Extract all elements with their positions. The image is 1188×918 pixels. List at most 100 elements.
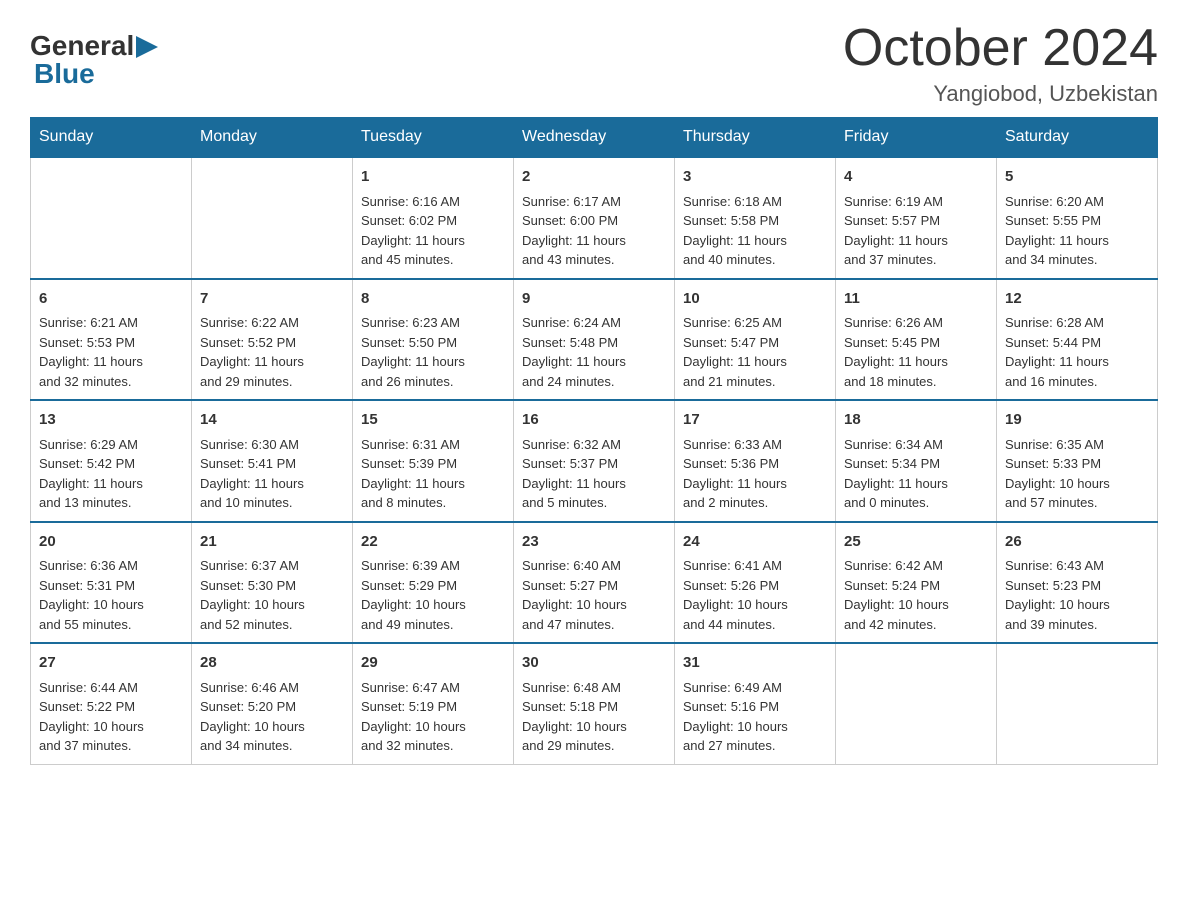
logo-triangle-icon xyxy=(136,36,158,58)
day-info: Sunrise: 6:26 AM Sunset: 5:45 PM Dayligh… xyxy=(844,313,988,391)
day-number: 24 xyxy=(683,531,827,554)
table-row: 31 Sunrise: 6:49 AM Sunset: 5:16 PM Dayli… xyxy=(675,643,836,764)
day-info: Sunrise: 6:16 AM Sunset: 6:02 PM Dayligh… xyxy=(361,192,505,270)
day-info: Sunrise: 6:23 AM Sunset: 5:50 PM Dayligh… xyxy=(361,313,505,391)
day-number: 26 xyxy=(1005,531,1149,554)
header-thursday: Thursday xyxy=(675,118,836,158)
header-sunday: Sunday xyxy=(31,118,192,158)
day-number: 15 xyxy=(361,409,505,432)
day-number: 29 xyxy=(361,652,505,675)
table-row: 22Sunrise: 6:39 AM Sunset: 5:29 PM Dayli… xyxy=(353,522,514,644)
day-info: Sunrise: 6:33 AM Sunset: 5:36 PM Dayligh… xyxy=(683,435,827,513)
title-block: October 2024 Yangiobod, Uzbekistan xyxy=(843,20,1158,107)
day-info: Sunrise: 6:42 AM Sunset: 5:24 PM Dayligh… xyxy=(844,556,988,634)
day-number: 22 xyxy=(361,531,505,554)
day-number: 30 xyxy=(522,652,666,675)
day-number: 17 xyxy=(683,409,827,432)
table-row: 25Sunrise: 6:42 AM Sunset: 5:24 PM Dayli… xyxy=(836,522,997,644)
table-row: 28 Sunrise: 6:46 AM Sunset: 5:20 PM Dayli… xyxy=(192,643,353,764)
table-row: 30 Sunrise: 6:48 AM Sunset: 5:18 PM Dayli… xyxy=(514,643,675,764)
day-info: Sunrise: 6:39 AM Sunset: 5:29 PM Dayligh… xyxy=(361,556,505,634)
table-row: 12Sunrise: 6:28 AM Sunset: 5:44 PM Dayli… xyxy=(997,279,1158,401)
day-number: 5 xyxy=(1005,166,1149,189)
day-number: 11 xyxy=(844,288,988,311)
calendar-week-3: 13Sunrise: 6:29 AM Sunset: 5:42 PM Dayli… xyxy=(31,400,1158,522)
page-title: October 2024 xyxy=(843,20,1158,77)
day-number: 2 xyxy=(522,166,666,189)
table-row: 21Sunrise: 6:37 AM Sunset: 5:30 PM Dayli… xyxy=(192,522,353,644)
day-info: Sunrise: 6:18 AM Sunset: 5:58 PM Dayligh… xyxy=(683,192,827,270)
day-number: 6 xyxy=(39,288,183,311)
table-row: 5 Sunrise: 6:20 AM Sunset: 5:55 PM Daylig… xyxy=(997,157,1158,279)
table-row: 24Sunrise: 6:41 AM Sunset: 5:26 PM Dayli… xyxy=(675,522,836,644)
page-subtitle: Yangiobod, Uzbekistan xyxy=(843,81,1158,107)
day-info: Sunrise: 6:32 AM Sunset: 5:37 PM Dayligh… xyxy=(522,435,666,513)
calendar-header-row: Sunday Monday Tuesday Wednesday Thursday… xyxy=(31,118,1158,158)
page-header: General Blue October 2024 Yangiobod, Uzb… xyxy=(30,20,1158,107)
day-info: Sunrise: 6:25 AM Sunset: 5:47 PM Dayligh… xyxy=(683,313,827,391)
table-row: 3 Sunrise: 6:18 AM Sunset: 5:58 PM Daylig… xyxy=(675,157,836,279)
table-row: 29 Sunrise: 6:47 AM Sunset: 5:19 PM Dayli… xyxy=(353,643,514,764)
day-info: Sunrise: 6:17 AM Sunset: 6:00 PM Dayligh… xyxy=(522,192,666,270)
table-row: 16Sunrise: 6:32 AM Sunset: 5:37 PM Dayli… xyxy=(514,400,675,522)
day-number: 4 xyxy=(844,166,988,189)
table-row: 10Sunrise: 6:25 AM Sunset: 5:47 PM Dayli… xyxy=(675,279,836,401)
day-number: 19 xyxy=(1005,409,1149,432)
calendar-week-5: 27Sunrise: 6:44 AM Sunset: 5:22 PM Dayli… xyxy=(31,643,1158,764)
day-number: 7 xyxy=(200,288,344,311)
day-info: Sunrise: 6:40 AM Sunset: 5:27 PM Dayligh… xyxy=(522,556,666,634)
table-row: 19 Sunrise: 6:35 AM Sunset: 5:33 PM Dayli… xyxy=(997,400,1158,522)
day-number: 1 xyxy=(361,166,505,189)
day-number: 18 xyxy=(844,409,988,432)
table-row: 17 Sunrise: 6:33 AM Sunset: 5:36 PM Dayli… xyxy=(675,400,836,522)
calendar-week-2: 6Sunrise: 6:21 AM Sunset: 5:53 PM Daylig… xyxy=(31,279,1158,401)
day-info: Sunrise: 6:36 AM Sunset: 5:31 PM Dayligh… xyxy=(39,556,183,634)
table-row: 1 Sunrise: 6:16 AM Sunset: 6:02 PM Daylig… xyxy=(353,157,514,279)
header-wednesday: Wednesday xyxy=(514,118,675,158)
table-row: 18 Sunrise: 6:34 AM Sunset: 5:34 PM Dayli… xyxy=(836,400,997,522)
logo-blue-text: Blue xyxy=(34,58,95,89)
day-info: Sunrise: 6:46 AM Sunset: 5:20 PM Dayligh… xyxy=(200,678,344,756)
table-row xyxy=(836,643,997,764)
calendar-week-1: 1 Sunrise: 6:16 AM Sunset: 6:02 PM Daylig… xyxy=(31,157,1158,279)
day-number: 9 xyxy=(522,288,666,311)
day-info: Sunrise: 6:34 AM Sunset: 5:34 PM Dayligh… xyxy=(844,435,988,513)
header-monday: Monday xyxy=(192,118,353,158)
day-info: Sunrise: 6:19 AM Sunset: 5:57 PM Dayligh… xyxy=(844,192,988,270)
day-info: Sunrise: 6:21 AM Sunset: 5:53 PM Dayligh… xyxy=(39,313,183,391)
table-row: 23Sunrise: 6:40 AM Sunset: 5:27 PM Dayli… xyxy=(514,522,675,644)
day-info: Sunrise: 6:35 AM Sunset: 5:33 PM Dayligh… xyxy=(1005,435,1149,513)
day-number: 27 xyxy=(39,652,183,675)
table-row: 2 Sunrise: 6:17 AM Sunset: 6:00 PM Daylig… xyxy=(514,157,675,279)
day-info: Sunrise: 6:30 AM Sunset: 5:41 PM Dayligh… xyxy=(200,435,344,513)
day-info: Sunrise: 6:24 AM Sunset: 5:48 PM Dayligh… xyxy=(522,313,666,391)
table-row: 7Sunrise: 6:22 AM Sunset: 5:52 PM Daylig… xyxy=(192,279,353,401)
table-row: 9Sunrise: 6:24 AM Sunset: 5:48 PM Daylig… xyxy=(514,279,675,401)
day-number: 28 xyxy=(200,652,344,675)
header-friday: Friday xyxy=(836,118,997,158)
table-row xyxy=(997,643,1158,764)
day-number: 13 xyxy=(39,409,183,432)
day-info: Sunrise: 6:37 AM Sunset: 5:30 PM Dayligh… xyxy=(200,556,344,634)
day-number: 31 xyxy=(683,652,827,675)
table-row: 13Sunrise: 6:29 AM Sunset: 5:42 PM Dayli… xyxy=(31,400,192,522)
day-info: Sunrise: 6:20 AM Sunset: 5:55 PM Dayligh… xyxy=(1005,192,1149,270)
day-number: 21 xyxy=(200,531,344,554)
day-info: Sunrise: 6:47 AM Sunset: 5:19 PM Dayligh… xyxy=(361,678,505,756)
table-row: 4 Sunrise: 6:19 AM Sunset: 5:57 PM Daylig… xyxy=(836,157,997,279)
table-row: 8Sunrise: 6:23 AM Sunset: 5:50 PM Daylig… xyxy=(353,279,514,401)
day-number: 14 xyxy=(200,409,344,432)
day-info: Sunrise: 6:43 AM Sunset: 5:23 PM Dayligh… xyxy=(1005,556,1149,634)
day-number: 10 xyxy=(683,288,827,311)
day-info: Sunrise: 6:48 AM Sunset: 5:18 PM Dayligh… xyxy=(522,678,666,756)
day-info: Sunrise: 6:49 AM Sunset: 5:16 PM Dayligh… xyxy=(683,678,827,756)
header-tuesday: Tuesday xyxy=(353,118,514,158)
table-row xyxy=(31,157,192,279)
day-number: 3 xyxy=(683,166,827,189)
logo: General Blue xyxy=(30,30,158,90)
calendar-table: Sunday Monday Tuesday Wednesday Thursday… xyxy=(30,117,1158,765)
day-number: 12 xyxy=(1005,288,1149,311)
table-row: 6Sunrise: 6:21 AM Sunset: 5:53 PM Daylig… xyxy=(31,279,192,401)
table-row xyxy=(192,157,353,279)
day-number: 23 xyxy=(522,531,666,554)
